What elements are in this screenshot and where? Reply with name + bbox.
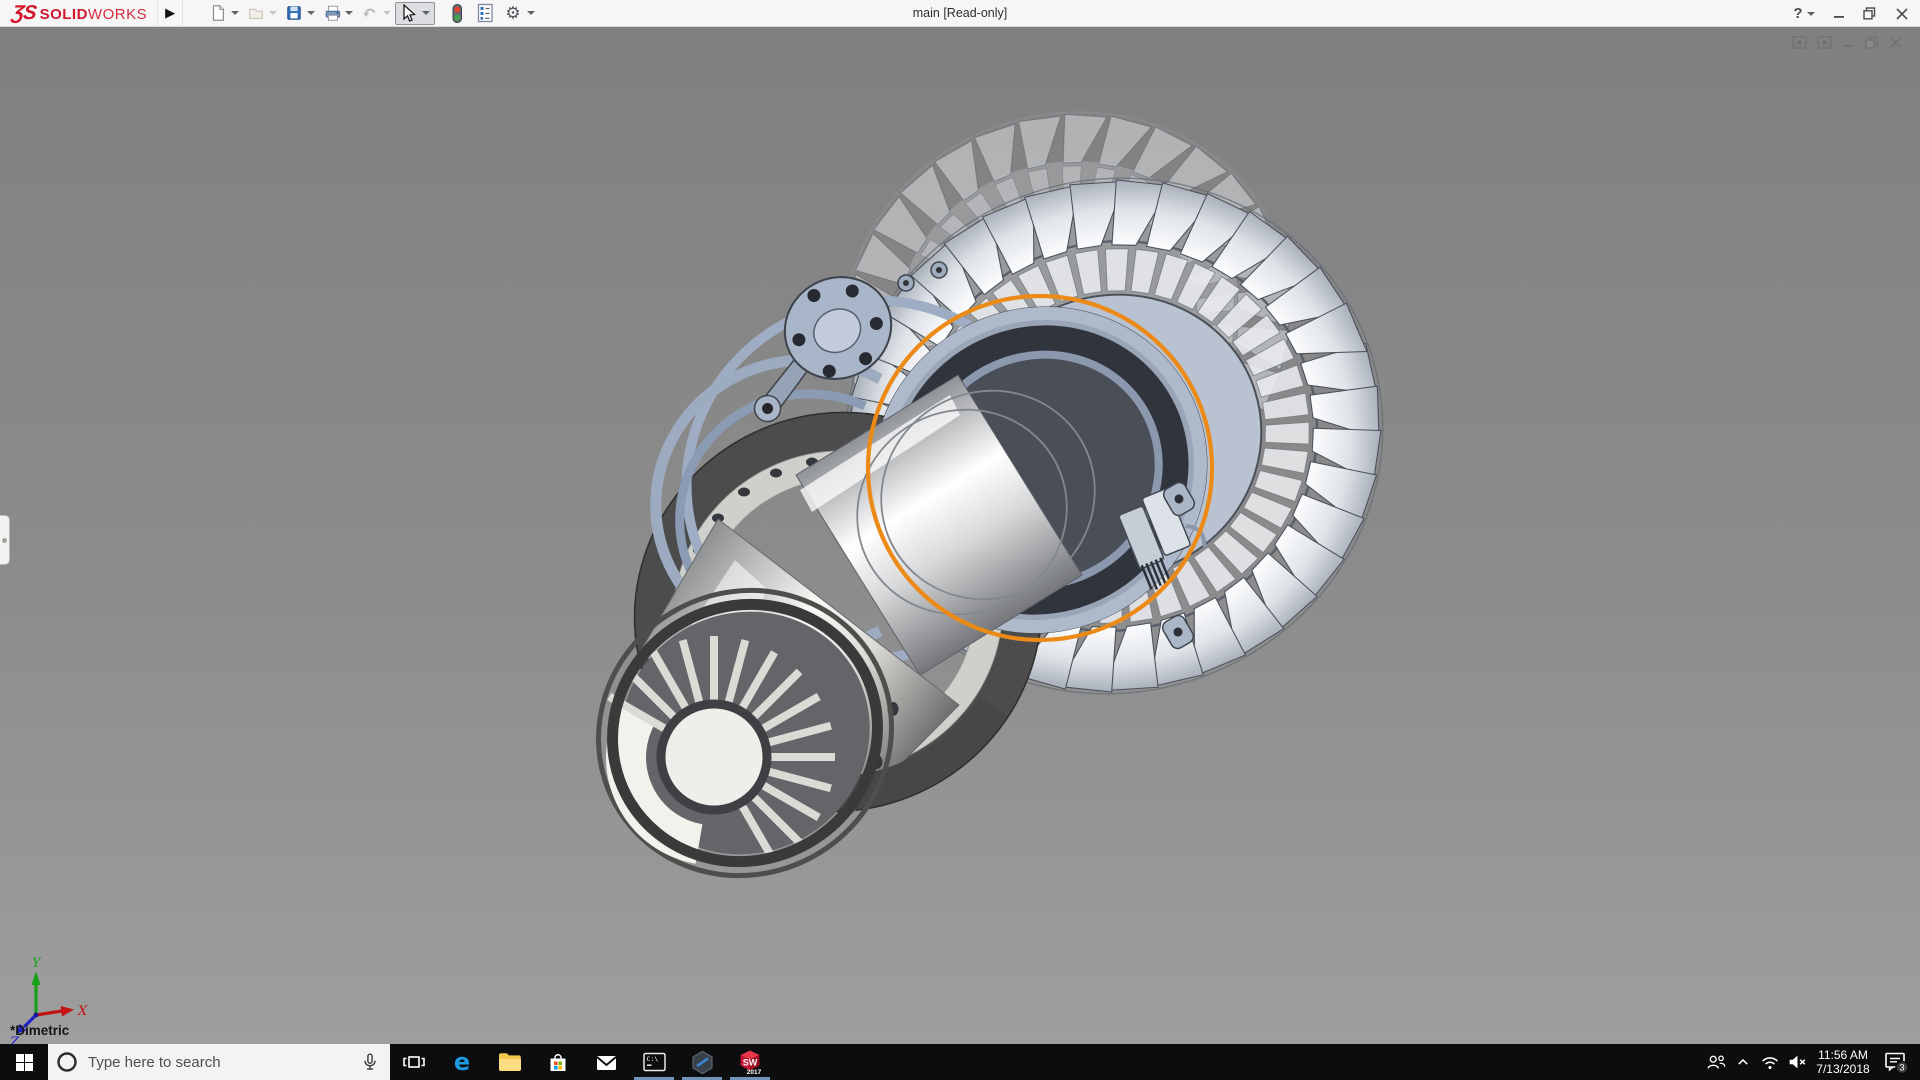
network-button[interactable]	[1756, 1051, 1783, 1073]
file-properties-button[interactable]	[471, 1, 499, 25]
system-tray: 11:56 AM 7/13/2018 3	[1702, 1044, 1920, 1080]
minimize-icon	[1833, 8, 1845, 20]
notification-badge: 3	[1899, 1063, 1904, 1073]
viewport-close-icon[interactable]	[1889, 36, 1902, 49]
save-floppy-icon	[285, 3, 303, 23]
new-document-icon	[209, 3, 227, 23]
solidworks-2017-icon: SW 2017	[737, 1049, 763, 1076]
document-title: main [Read-only]	[913, 0, 1008, 27]
pane-right-icon[interactable]	[1817, 36, 1832, 49]
menu-flyout-arrow[interactable]: ▶	[157, 0, 183, 27]
brand-glyph: ƷS	[10, 2, 37, 25]
save-button[interactable]	[281, 1, 319, 25]
viewport-minimize-icon[interactable]	[1842, 36, 1855, 49]
people-icon	[1705, 1051, 1727, 1073]
undo-icon	[361, 3, 379, 23]
svg-text:⚙: ⚙	[505, 4, 520, 23]
rebuild-traffic-light-icon	[447, 3, 467, 24]
restore-button[interactable]	[1854, 0, 1884, 27]
print-button[interactable]	[319, 1, 357, 25]
solidworks-logo: ƷSSOLIDWORKS	[0, 2, 157, 25]
hexagon-app-icon	[690, 1050, 715, 1075]
pane-left-icon[interactable]	[1792, 36, 1807, 49]
select-dropdown-caret[interactable]	[422, 11, 430, 15]
svg-text:2017: 2017	[747, 1069, 762, 1076]
taskbar-app-mail[interactable]	[582, 1044, 630, 1080]
microphone-icon[interactable]	[360, 1051, 380, 1073]
print-dropdown-caret[interactable]	[345, 11, 353, 15]
app-window-controls: ?	[1784, 0, 1920, 27]
help-dropdown-caret[interactable]	[1807, 12, 1815, 16]
restore-icon	[1863, 7, 1876, 20]
new-dropdown-caret[interactable]	[231, 11, 239, 15]
x-axis-label: X	[77, 1004, 88, 1019]
action-center-button[interactable]: 3	[1876, 1049, 1916, 1075]
options-dropdown-caret[interactable]	[527, 11, 535, 15]
select-tool-button[interactable]	[395, 2, 435, 25]
taskbar-app-command-prompt[interactable]: C:\	[630, 1044, 678, 1080]
edge-icon: e	[449, 1049, 475, 1075]
mail-icon	[594, 1050, 619, 1075]
search-placeholder: Type here to search	[88, 1054, 350, 1071]
chevron-up-icon	[1733, 1052, 1753, 1072]
minimize-button[interactable]	[1824, 0, 1854, 27]
svg-text:C:\: C:\	[646, 1055, 658, 1063]
taskbar-app-store[interactable]	[534, 1044, 582, 1080]
taskbar-app-task-view[interactable]	[390, 1044, 438, 1080]
command-prompt-icon: C:\	[642, 1050, 667, 1074]
tray-overflow-button[interactable]	[1729, 1052, 1756, 1072]
print-icon	[323, 3, 341, 23]
open-button-disabled[interactable]	[243, 1, 281, 25]
taskbar-app-edge[interactable]: e	[438, 1044, 486, 1080]
close-icon	[1896, 8, 1908, 20]
view-orientation-label: *Dimetric	[10, 1023, 69, 1038]
quick-access-toolbar: ⚙	[205, 0, 539, 27]
options-button[interactable]: ⚙	[499, 1, 539, 25]
action-center-icon: 3	[1883, 1049, 1909, 1075]
taskbar-search[interactable]: Type here to search	[48, 1044, 390, 1080]
select-cursor-icon	[400, 4, 418, 23]
windows-logo-icon	[16, 1054, 33, 1071]
viewport-restore-icon[interactable]	[1865, 36, 1879, 49]
volume-button[interactable]	[1783, 1051, 1810, 1073]
svg-text:e: e	[454, 1049, 470, 1075]
taskbar-app-hexagon[interactable]	[678, 1044, 726, 1080]
y-axis-arrow	[32, 971, 41, 985]
file-properties-icon	[475, 3, 495, 23]
open-folder-icon	[247, 3, 265, 23]
undo-button-disabled[interactable]	[357, 1, 395, 25]
open-dropdown-caret	[269, 11, 277, 15]
cortana-icon	[56, 1051, 78, 1073]
panel-flyout-tab[interactable]	[0, 515, 10, 565]
options-gear-icon: ⚙	[503, 3, 523, 23]
wifi-icon	[1759, 1051, 1781, 1073]
store-icon	[546, 1050, 570, 1074]
engine-model[interactable]	[0, 27, 1920, 1044]
help-button[interactable]: ?	[1784, 0, 1824, 27]
graphics-area[interactable]: Y X Z *Dimetric	[0, 27, 1920, 1044]
new-document-button[interactable]	[205, 1, 243, 25]
viewport-window-controls	[1792, 36, 1902, 49]
undo-dropdown-caret	[383, 11, 391, 15]
flyout-tab-dot	[2, 538, 7, 543]
windows-taskbar: Type here to search e C:\ SW 2017	[0, 1044, 1920, 1080]
people-button[interactable]	[1702, 1051, 1729, 1073]
taskbar-app-solidworks[interactable]: SW 2017	[726, 1044, 774, 1080]
file-explorer-icon	[497, 1050, 523, 1074]
svg-text:SW: SW	[743, 1057, 758, 1067]
volume-muted-icon	[1786, 1051, 1808, 1073]
close-button[interactable]	[1884, 0, 1920, 27]
start-button[interactable]	[0, 1044, 48, 1080]
tray-time: 11:56 AM	[1813, 1048, 1873, 1062]
x-axis-arrow	[61, 1006, 75, 1017]
y-axis-label: Y	[32, 956, 42, 971]
taskbar-app-file-explorer[interactable]	[486, 1044, 534, 1080]
rebuild-button[interactable]	[443, 1, 471, 25]
task-view-icon	[402, 1050, 426, 1074]
tray-date: 7/13/2018	[1813, 1062, 1873, 1076]
save-dropdown-caret[interactable]	[307, 11, 315, 15]
taskbar-clock[interactable]: 11:56 AM 7/13/2018	[1810, 1048, 1876, 1076]
